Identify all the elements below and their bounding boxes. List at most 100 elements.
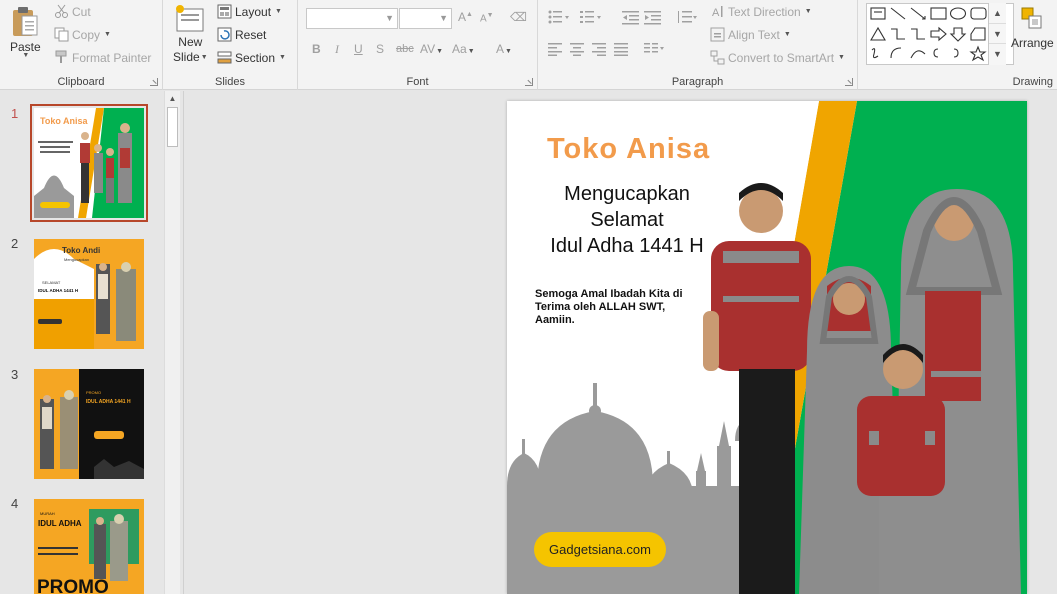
thumbnail-3-image: PROMO IDUL ADHA 1441 H	[34, 369, 144, 479]
drawing-group: ▲ ▼ ▼ Arrange Drawing	[858, 0, 1057, 90]
convert-smartart-label: Convert to SmartArt	[728, 50, 835, 65]
chevron-down-icon[interactable]: ▼	[989, 23, 1006, 43]
paste-icon	[13, 7, 38, 36]
columns-icon[interactable]	[644, 42, 666, 56]
copy-label: Copy	[72, 27, 101, 42]
layout-button[interactable]: Layout ▼	[217, 4, 282, 19]
font-name-combo[interactable]: ▼	[306, 8, 398, 29]
format-painter-button[interactable]: Format Painter	[54, 50, 151, 65]
font-color-label: A	[496, 42, 505, 56]
copy-dropdown-icon: ▼	[104, 31, 111, 38]
change-case-button[interactable]: Aa▼	[452, 42, 475, 56]
chevron-down-icon: ▼	[385, 13, 394, 23]
section-button[interactable]: Section ▼	[217, 50, 286, 65]
convert-smartart-button[interactable]: Convert to SmartArt ▼	[710, 50, 845, 65]
website-badge[interactable]: Gadgetsiana.com	[534, 532, 666, 567]
slide-thumbnail-2[interactable]: Toko Andi Mengucapkan SELAMAT IDUL ADHA …	[34, 239, 144, 349]
increase-font-icon[interactable]: A▲	[458, 10, 473, 24]
change-case-dropdown-icon: ▼	[467, 48, 475, 55]
format-painter-label: Format Painter	[72, 50, 152, 65]
clipboard-group: Paste ▼ Cut Copy ▼ Format Painter Clipbo…	[0, 0, 163, 90]
align-center-icon[interactable]	[570, 42, 585, 56]
bold-button[interactable]: B	[312, 42, 321, 56]
new-slide-label-1: New	[178, 35, 203, 49]
paintbrush-icon	[55, 50, 67, 63]
change-case-label: Aa	[452, 42, 467, 56]
text-direction-dropdown-icon: ▼	[804, 8, 812, 15]
new-slide-label-2: Slide	[173, 50, 200, 64]
slide-thumbnail-pane: 1 Toko Anisa 2 Toko Andi Mengucapkan SEL…	[0, 91, 184, 594]
slides-group: New Slide ▼ Layout ▼ Reset Section ▼ Slid…	[163, 0, 298, 90]
thumbnail-4-promo: PROMO	[37, 577, 109, 594]
slide-number-1: 1	[11, 106, 19, 121]
align-text-icon	[710, 27, 725, 42]
chevron-up-icon[interactable]: ▲	[989, 3, 1006, 23]
increase-indent-icon[interactable]	[644, 10, 662, 25]
thumbnail-1-image: Toko Anisa	[34, 108, 144, 218]
smartart-icon	[710, 50, 725, 65]
numbering-icon[interactable]	[580, 10, 602, 25]
slide-pane-scrollbar[interactable]: ▲	[164, 91, 180, 594]
slide-number-2: 2	[11, 236, 19, 251]
section-dropdown-icon: ▼	[279, 54, 286, 61]
paragraph-group: A Text Direction ▼ Align Text ▼ Convert …	[538, 0, 858, 90]
scrollbar-thumb[interactable]	[167, 107, 178, 147]
arrange-button[interactable]: Arrange	[1011, 4, 1054, 50]
layout-icon	[217, 4, 232, 19]
align-text-button[interactable]: Align Text ▼	[710, 27, 791, 42]
decrease-indent-icon[interactable]	[622, 10, 640, 25]
paste-button[interactable]: Paste ▼	[10, 4, 41, 59]
justify-icon[interactable]	[614, 42, 629, 56]
slide-thumbnail-1[interactable]: Toko Anisa	[30, 104, 148, 222]
slide-greeting[interactable]: Mengucapkan Selamat Idul Adha 1441 H	[507, 181, 747, 259]
underline-button[interactable]: U	[354, 42, 363, 56]
section-icon	[217, 51, 232, 64]
shadow-button[interactable]: S	[376, 42, 384, 56]
svg-text:A: A	[712, 7, 720, 19]
italic-button[interactable]: I	[335, 42, 339, 57]
scroll-up-icon[interactable]: ▲	[167, 94, 178, 104]
font-size-combo[interactable]: ▼	[399, 8, 452, 29]
thumbnail-4-headline: IDUL ADHA	[38, 519, 82, 528]
thumbnail-4-label: MURAH	[40, 511, 55, 516]
slide-thumbnail-4[interactable]: MURAH IDUL ADHA PROMO	[34, 499, 144, 594]
slide-canvas[interactable]: Toko Anisa Mengucapkan Selamat Idul Adha…	[507, 101, 1027, 594]
text-direction-icon: A	[712, 6, 723, 19]
copy-button[interactable]: Copy ▼	[54, 27, 111, 42]
clipboard-launcher-icon[interactable]	[150, 78, 158, 86]
layout-label: Layout	[235, 4, 272, 19]
more-shapes-icon[interactable]: ▼	[989, 43, 1006, 63]
greeting-line-1: Mengucapkan	[564, 183, 690, 205]
arrange-label: Arrange	[1011, 36, 1054, 50]
slide-number-4: 4	[11, 496, 19, 511]
slide-thumbnail-3[interactable]: PROMO IDUL ADHA 1441 H	[34, 369, 144, 479]
decrease-font-icon[interactable]: A▼	[480, 12, 494, 24]
layout-dropdown-icon: ▼	[275, 8, 282, 15]
reset-button[interactable]: Reset	[217, 27, 266, 42]
cut-button[interactable]: Cut	[54, 4, 91, 19]
paragraph-launcher-icon[interactable]	[845, 78, 853, 86]
convert-smartart-dropdown-icon: ▼	[838, 54, 845, 61]
slide-title[interactable]: Toko Anisa	[547, 133, 710, 166]
paragraph-group-label: Paragraph	[671, 76, 724, 88]
font-group: ▼ ▼ A▲ A▼ ⌫ B I U S abc AV▼ Aa▼ A▼ Font	[298, 0, 538, 90]
new-slide-dropdown-icon: ▼	[200, 53, 208, 61]
new-slide-label-row: Slide ▼	[173, 50, 208, 64]
font-color-button[interactable]: A▼	[496, 42, 512, 56]
text-direction-button[interactable]: A Text Direction ▼	[710, 4, 812, 20]
line-spacing-icon[interactable]	[676, 10, 698, 25]
text-direction-label: Text Direction	[728, 4, 801, 19]
character-spacing-button[interactable]: AV▼	[420, 42, 443, 56]
new-slide-button[interactable]: New Slide ▼	[173, 4, 208, 64]
font-launcher-icon[interactable]	[525, 78, 533, 86]
shapes-scrollbar[interactable]: ▲ ▼ ▼	[988, 3, 1006, 65]
align-left-icon[interactable]	[548, 42, 563, 56]
align-right-icon[interactable]	[592, 42, 607, 56]
strikethrough-button[interactable]: abc	[396, 43, 414, 55]
greeting-line-3: Idul Adha 1441 H	[550, 235, 704, 257]
slide-background-art	[507, 101, 1027, 594]
slide-body-text[interactable]: Semoga Amal Ibadah Kita di Terima oleh A…	[535, 288, 705, 327]
drawing-group-label: Drawing	[1012, 76, 1053, 88]
bullets-icon[interactable]	[548, 10, 570, 25]
clear-formatting-icon[interactable]: ⌫	[510, 10, 527, 24]
